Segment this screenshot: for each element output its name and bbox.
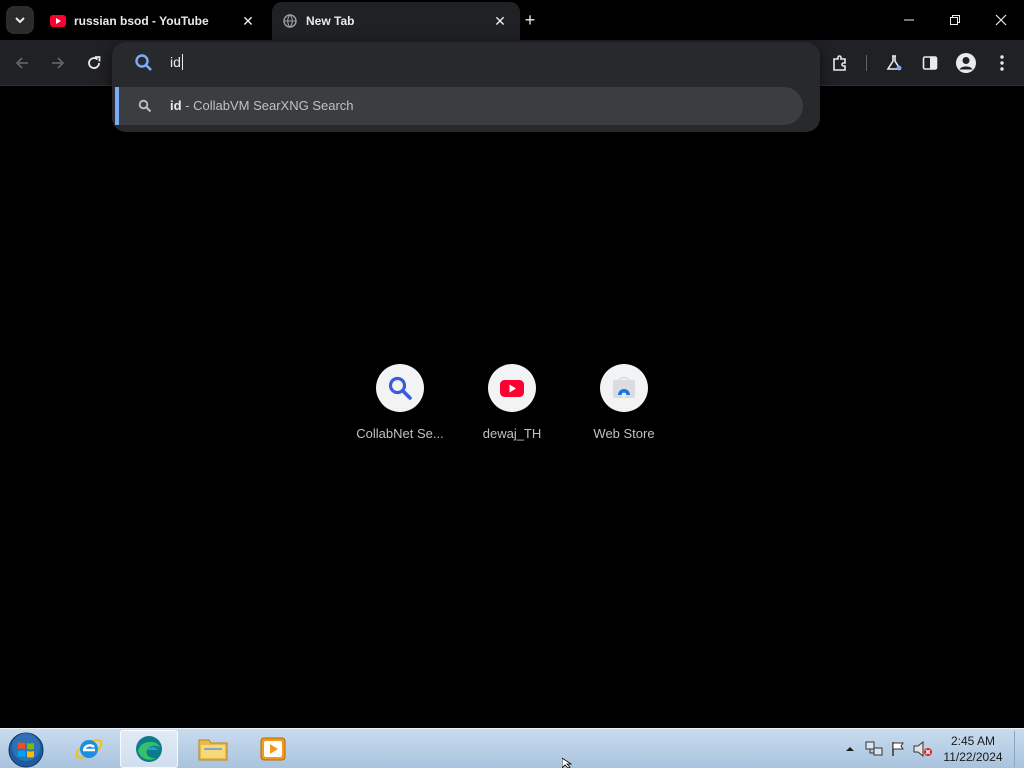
close-icon [995,14,1007,26]
flag-icon [892,742,904,756]
reload-button[interactable] [80,49,108,77]
restore-icon [950,15,960,25]
tab-youtube[interactable]: russian bsod - YouTube ✕ [40,2,268,40]
tray-action-center[interactable] [888,729,908,768]
reload-icon [88,56,101,69]
close-icon[interactable]: ✕ [238,11,258,31]
omnibox-suggestion[interactable]: id - CollabVM SearXNG Search [115,87,803,125]
close-window-button[interactable] [978,0,1024,40]
mouse-pointer-icon [562,758,572,768]
search-icon [138,99,152,113]
restore-button[interactable] [932,0,978,40]
tab-search-button[interactable] [6,6,34,34]
taskbar-edge-browser[interactable] [120,730,178,768]
taskbar-file-explorer[interactable] [184,730,242,768]
toolbar-divider [866,55,867,71]
chevron-up-icon [846,747,854,751]
start-button[interactable] [6,731,46,768]
shortcut-label: Web Store [593,426,655,441]
back-button[interactable] [8,49,36,77]
windows-start-icon [8,732,44,768]
minimize-icon [904,19,914,21]
omnibox[interactable]: id [112,42,820,84]
globe-icon [282,13,298,29]
show-hidden-icons-button[interactable] [842,729,858,768]
youtube-icon [50,13,66,29]
taskbar-media-player[interactable] [244,730,302,768]
extensions-button[interactable] [826,49,854,77]
shortcut-web-store[interactable]: Web Store [568,364,680,441]
flask-icon [886,55,902,71]
screen: russian bsod - YouTube ✕ New Tab ✕ + id … [0,0,1024,768]
shortcut-icon-circle [488,364,536,412]
avatar-icon [956,53,976,73]
shortcut-collabnet[interactable]: CollabNet Se... [344,364,456,441]
back-arrow-icon [15,57,28,69]
clock-date: 11/22/2024 [943,750,1003,764]
web-store-icon [613,377,635,398]
suggestion-engine: CollabVM SearXNG Search [193,98,354,113]
omnibox-input[interactable]: id [170,54,183,70]
minimize-button[interactable] [886,0,932,40]
internet-explorer-icon [75,739,103,759]
taskbar: 2:45 AM 11/22/2024 [0,728,1024,768]
taskbar-clock[interactable]: 2:45 AM 11/22/2024 [936,733,1010,765]
forward-arrow-icon [52,57,65,69]
shortcut-icon-circle [376,364,424,412]
tab-new-tab[interactable]: New Tab ✕ [272,2,520,40]
search-icon [135,54,152,71]
search-magnifier-icon [388,376,412,400]
suggestion-text: id - CollabVM SearXNG Search [170,98,354,113]
network-icon [865,741,883,756]
close-icon[interactable]: ✕ [490,11,510,31]
taskbar-internet-explorer[interactable] [60,730,118,768]
text-cursor [181,54,183,70]
tab-title: russian bsod - YouTube [74,14,209,28]
chevron-down-icon [15,17,25,24]
suggestion-separator: - [181,98,194,113]
shortcut-icon-circle [600,364,648,412]
omnibox-popup: id id - CollabVM SearXNG Search [112,42,820,132]
tab-strip: russian bsod - YouTube ✕ New Tab ✕ + [0,0,1024,40]
tray-volume[interactable] [912,729,934,768]
volume-muted-icon [913,741,932,757]
file-explorer-icon [198,739,228,761]
suggestion-query: id [170,98,182,113]
tray-network[interactable] [864,729,884,768]
side-panel-button[interactable] [916,49,944,77]
youtube-icon [500,379,524,397]
omnibox-value: id [170,54,181,70]
media-player-icon [260,737,286,761]
forward-button[interactable] [44,49,72,77]
more-vert-icon [1000,55,1004,71]
profile-button[interactable] [952,49,980,77]
menu-button[interactable] [988,49,1016,77]
show-desktop-button[interactable] [1014,731,1024,767]
tab-title: New Tab [306,14,355,28]
puzzle-icon [833,55,846,71]
shortcut-label: dewaj_TH [482,426,542,441]
clock-time: 2:45 AM [950,734,996,748]
edge-icon [136,736,162,762]
selection-indicator [115,87,119,125]
new-tab-button[interactable]: + [518,8,542,32]
shortcut-dewaj-th[interactable]: dewaj_TH [456,364,568,441]
side-panel-icon [922,56,938,70]
labs-button[interactable] [880,49,908,77]
shortcut-label: CollabNet Se... [356,426,444,441]
